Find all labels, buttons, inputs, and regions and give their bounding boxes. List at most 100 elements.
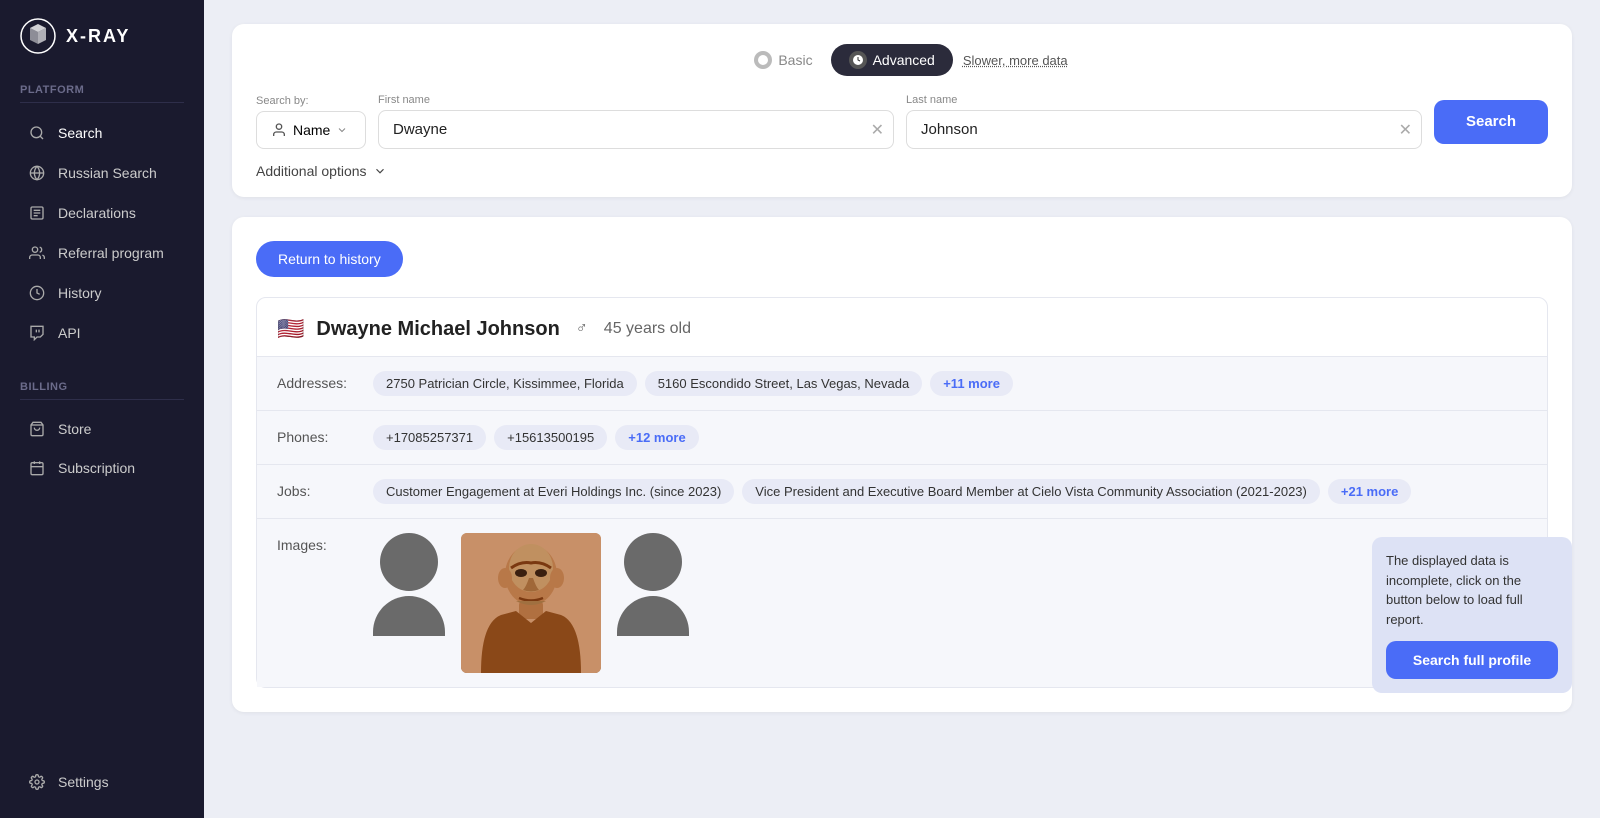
sidebar-item-subscription[interactable]: Subscription [8, 449, 196, 487]
person-card: 🇺🇸 Dwayne Michael Johnson ♂ 45 years old… [256, 297, 1548, 688]
sidebar-item-api[interactable]: API [8, 314, 196, 352]
mode-toggle: Basic Advanced Slower, more data [256, 44, 1548, 76]
sidebar-item-subscription-label: Subscription [58, 460, 135, 476]
person-name: Dwayne Michael Johnson [316, 318, 559, 341]
avatar-placeholder-2 [617, 533, 689, 673]
first-name-group: First name ✕ [378, 94, 894, 149]
sidebar-item-referral[interactable]: Referral program [8, 234, 196, 272]
address-more-tag[interactable]: +11 more [930, 371, 1013, 396]
chevron-down-additional-icon [373, 164, 387, 178]
images-row: Images: [257, 519, 1547, 687]
person-header: 🇺🇸 Dwayne Michael Johnson ♂ 45 years old [257, 298, 1547, 356]
person-photo [461, 533, 601, 673]
billing-section-label: Billing [0, 373, 204, 399]
phone-tag-0: +17085257371 [373, 425, 486, 450]
sidebar-item-russian-label: Russian Search [58, 165, 157, 181]
results-outer: Return to history 🇺🇸 Dwayne Michael John… [232, 217, 1572, 712]
person-age: 45 years old [604, 320, 691, 338]
basic-mode-label: Basic [778, 52, 812, 68]
platform-divider [20, 102, 184, 103]
sidebar-item-search-label: Search [58, 125, 102, 141]
sidebar-item-russian-search[interactable]: Russian Search [8, 154, 196, 192]
api-icon [28, 324, 46, 342]
sidebar-item-store-label: Store [58, 421, 91, 437]
search-full-profile-btn[interactable]: Search full profile [1386, 641, 1558, 679]
advanced-mode-btn[interactable]: Advanced [831, 44, 953, 76]
logo: X-RAY [0, 0, 204, 76]
first-name-input[interactable] [378, 110, 894, 149]
avatar-head-1 [380, 533, 438, 591]
person-gender: ♂ [576, 320, 588, 338]
jobs-row: Jobs: Customer Engagement at Everi Holdi… [257, 465, 1547, 519]
additional-options[interactable]: Additional options [256, 163, 1548, 179]
avatar-head-2 [624, 533, 682, 591]
phones-row: Phones: +17085257371 +15613500195 +12 mo… [257, 411, 1547, 465]
phone-tag-1: +15613500195 [494, 425, 607, 450]
chevron-down-icon [336, 124, 348, 136]
sidebar: X-RAY Platform Search Russian Search Dec… [0, 0, 204, 818]
logo-text: X-RAY [66, 26, 130, 47]
jobs-more-tag[interactable]: +21 more [1328, 479, 1411, 504]
last-name-label: Last name [906, 94, 1422, 106]
person-silhouette [461, 533, 601, 673]
phones-more-tag[interactable]: +12 more [615, 425, 698, 450]
avatar-body-2 [617, 596, 689, 636]
tooltip-text: The displayed data is incomplete, click … [1386, 553, 1523, 627]
additional-options-label: Additional options [256, 163, 367, 179]
first-name-clear-btn[interactable]: ✕ [871, 120, 884, 140]
advanced-mode-icon [849, 51, 867, 69]
last-name-input[interactable] [906, 110, 1422, 149]
advanced-mode-label: Advanced [873, 52, 935, 68]
results-panel: Return to history 🇺🇸 Dwayne Michael John… [232, 217, 1572, 712]
return-to-history-btn[interactable]: Return to history [256, 241, 403, 277]
addresses-row: Addresses: 2750 Patrician Circle, Kissim… [257, 357, 1547, 411]
person-icon [271, 122, 287, 138]
avatar-placeholder-1 [373, 533, 445, 673]
basic-mode-btn[interactable]: Basic [736, 44, 830, 76]
search-button[interactable]: Search [1434, 100, 1548, 144]
address-tag-0: 2750 Patrician Circle, Kissimmee, Florid… [373, 371, 637, 396]
address-tag-1: 5160 Escondido Street, Las Vegas, Nevada [645, 371, 923, 396]
store-icon [28, 420, 46, 438]
search-by-container: Search by: Name [256, 95, 366, 149]
sidebar-item-declarations[interactable]: Declarations [8, 194, 196, 232]
jobs-label: Jobs: [277, 479, 357, 499]
person-details: Addresses: 2750 Patrician Circle, Kissim… [257, 356, 1547, 687]
first-name-label: First name [378, 94, 894, 106]
settings-icon [28, 773, 46, 791]
sidebar-item-history-label: History [58, 285, 102, 301]
last-name-clear-btn[interactable]: ✕ [1399, 120, 1412, 140]
billing-divider [20, 399, 184, 400]
last-name-group: Last name ✕ [906, 94, 1422, 149]
search-by-label: Search by: [256, 95, 366, 107]
sidebar-item-search[interactable]: Search [8, 114, 196, 152]
search-by-value: Name [293, 122, 330, 138]
avatar-body-1 [373, 596, 445, 636]
first-name-input-wrap: ✕ [378, 110, 894, 149]
subscription-icon [28, 459, 46, 477]
search-panel: Basic Advanced Slower, more data Search … [232, 24, 1572, 197]
declarations-icon [28, 204, 46, 222]
phones-tags: +17085257371 +15613500195 +12 more [373, 425, 1527, 450]
platform-section-label: Platform [0, 76, 204, 102]
search-by-select[interactable]: Name [256, 111, 366, 149]
sidebar-item-referral-label: Referral program [58, 245, 164, 261]
search-row: Search by: Name First name ✕ Last name [256, 94, 1548, 149]
globe-icon [28, 164, 46, 182]
history-icon [28, 284, 46, 302]
person-flag: 🇺🇸 [277, 316, 304, 342]
main-content: Basic Advanced Slower, more data Search … [204, 0, 1600, 818]
sidebar-item-api-label: API [58, 325, 81, 341]
sidebar-item-store[interactable]: Store [8, 410, 196, 448]
images-grid [373, 533, 689, 673]
last-name-input-wrap: ✕ [906, 110, 1422, 149]
basic-mode-icon [754, 51, 772, 69]
sidebar-item-settings[interactable]: Settings [8, 763, 196, 801]
addresses-label: Addresses: [277, 371, 357, 391]
search-icon [28, 124, 46, 142]
jobs-tags: Customer Engagement at Everi Holdings In… [373, 479, 1527, 504]
sidebar-item-history[interactable]: History [8, 274, 196, 312]
addresses-tags: 2750 Patrician Circle, Kissimmee, Florid… [373, 371, 1527, 396]
logo-icon [20, 18, 56, 54]
sidebar-item-declarations-label: Declarations [58, 205, 136, 221]
